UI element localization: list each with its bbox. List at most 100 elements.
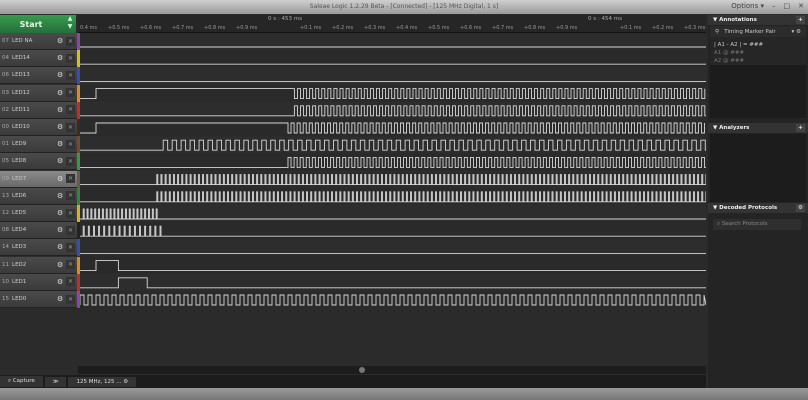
annotations-body: ⚲ Timing Marker Pair ▾ ⚙ | A1 - A2 | = ##… [710, 26, 806, 118]
close-icon[interactable]: ✕ [66, 174, 75, 184]
channel-number: 12 [2, 210, 9, 216]
close-icon[interactable]: ✕ [66, 225, 75, 235]
options-menu[interactable]: Options ▾ [731, 2, 764, 10]
channel-name[interactable]: LED3 [12, 244, 57, 250]
waveform-area[interactable] [80, 33, 706, 308]
channel-name[interactable]: LED4 [12, 227, 57, 233]
channel-name[interactable]: LED14 [12, 55, 57, 61]
channel-row[interactable]: 01 LED9 ⚙ ✕ [0, 136, 77, 154]
channel-number: 11 [2, 261, 9, 268]
channel-row[interactable]: 09 LED7 ⚙ ✕ [0, 170, 77, 188]
channel-row[interactable]: 13 LED6 ⚙ ✕ [0, 187, 77, 205]
close-icon[interactable]: ✕ [66, 260, 75, 270]
channel-name[interactable]: LED6 [12, 193, 57, 199]
close-icon[interactable]: ✕ [66, 53, 75, 63]
channel-row[interactable]: 15 LED0 ⚙ ✕ [0, 291, 77, 308]
decoded-protocols-header[interactable]: ▼ Decoded Protocols ⚙ [708, 203, 808, 213]
channel-name[interactable]: LED2 [12, 262, 57, 268]
close-icon[interactable]: ✕ [66, 122, 75, 132]
channel-row[interactable]: 04 LED14 ⚙ ✕ [0, 50, 77, 68]
channel-row[interactable]: 05 LED8 ⚙ ✕ [0, 153, 77, 171]
channel-row[interactable]: 14 LED3 ⚙ ✕ [0, 239, 77, 257]
more-tabs-button[interactable]: ≫ [44, 376, 67, 387]
channel-name[interactable]: LED8 [12, 158, 57, 164]
gear-icon[interactable]: ⚙ [57, 54, 66, 62]
channel-name[interactable]: LED9 [12, 141, 57, 147]
start-options-arrows-icon[interactable]: ▲ ▼ [64, 15, 76, 33]
session-tab[interactable]: 125 MHz, 125 ... ⚙ [68, 376, 137, 387]
close-icon[interactable]: ✕ [66, 139, 75, 149]
gear-icon[interactable]: ⚙ [57, 123, 66, 131]
gear-icon[interactable]: ⚙ [57, 175, 66, 183]
analyzers-header[interactable]: ▼ Analyzers + [708, 123, 808, 133]
gear-icon[interactable]: ⚙ [57, 140, 66, 148]
channel-name[interactable]: LED1 [12, 279, 57, 285]
ruler-tick: +0.6 ms [460, 25, 482, 31]
channel-number: 15 [2, 296, 9, 302]
channel-row[interactable]: 12 LED5 ⚙ ✕ [0, 205, 77, 222]
close-icon[interactable]: ✕ [66, 88, 75, 98]
channel-number: 02 [2, 106, 9, 113]
channel-row[interactable]: 08 LED4 ⚙ ✕ [0, 222, 77, 240]
channel-name[interactable]: LED0 [12, 296, 57, 302]
channel-name[interactable]: LED11 [12, 107, 57, 113]
close-icon[interactable]: ✕ [66, 156, 75, 166]
timing-marker-pair[interactable]: ⚲ Timing Marker Pair ▾ ⚙ [710, 26, 806, 37]
ruler-tick: +0.1 ms [620, 25, 642, 31]
title-bar: Saleae Logic 1.2.29 Beta - [Connected] -… [0, 0, 808, 14]
gear-icon[interactable]: ⚙ [57, 71, 66, 79]
marker-a2: A2 @ ### [714, 58, 745, 64]
close-icon[interactable]: ✕ [66, 277, 75, 287]
close-icon[interactable]: ✕ [66, 208, 75, 218]
close-icon[interactable]: ✕ [66, 294, 75, 304]
gear-icon[interactable]: ⚙ [57, 106, 66, 114]
gear-icon[interactable]: ⚙ [57, 89, 66, 97]
close-button[interactable]: ✕ [798, 2, 804, 10]
channel-name[interactable]: LED10 [12, 124, 57, 130]
gear-icon[interactable]: ⚙ [57, 261, 66, 269]
scroll-thumb[interactable] [359, 367, 365, 373]
gear-icon[interactable]: ⚙ [57, 226, 66, 234]
gear-icon[interactable]: ▾ ⚙ [792, 29, 801, 35]
horizontal-scrollbar[interactable] [78, 366, 706, 374]
time-ruler[interactable]: 0.4 ms +0.5 ms +0.6 ms +0.7 ms +0.8 ms +0.9 m… [78, 15, 706, 33]
gear-icon[interactable]: ⚙ [57, 192, 66, 200]
close-icon[interactable]: ✕ [66, 36, 75, 46]
add-analyzer-button[interactable]: + [796, 124, 805, 132]
channel-number: 10 [2, 278, 9, 285]
search-protocols-input[interactable]: ⌕ Search Protocols [713, 219, 801, 230]
gear-icon[interactable]: ⚙ [796, 204, 805, 212]
gear-icon[interactable]: ⚙ [57, 243, 66, 251]
ruler-tick: +0.1 ms [300, 25, 322, 31]
channel-row[interactable]: 02 LED11 ⚙ ✕ [0, 101, 77, 119]
close-icon[interactable]: ✕ [66, 242, 75, 252]
channel-name[interactable]: LED NA [12, 38, 57, 44]
gear-icon[interactable]: ⚙ [57, 278, 66, 286]
annotations-header[interactable]: ▼ Annotations + [708, 15, 808, 25]
right-panel: ▼ Annotations + ⚲ Timing Marker Pair ▾ ⚙ |… [708, 15, 808, 388]
gear-icon[interactable]: ⚙ [57, 37, 66, 45]
maximize-button[interactable]: □ [784, 2, 791, 10]
gear-icon[interactable]: ⚙ [57, 157, 66, 165]
capture-tab[interactable]: ⌕ Capture [0, 376, 43, 387]
channel-row[interactable]: 11 LED2 ⚙ ✕ [0, 256, 77, 274]
channel-name[interactable]: LED12 [12, 90, 57, 96]
channel-name[interactable]: LED13 [12, 72, 57, 78]
ruler-tick: +0.7 ms [492, 25, 514, 31]
minimize-button[interactable]: – [772, 2, 776, 10]
close-icon[interactable]: ✕ [66, 191, 75, 201]
channel-row[interactable]: 10 LED1 ⚙ ✕ [0, 273, 77, 291]
channel-row[interactable]: 00 LED10 ⚙ ✕ [0, 119, 77, 136]
close-icon[interactable]: ✕ [66, 70, 75, 80]
channel-name[interactable]: LED5 [12, 210, 57, 216]
search-icon: ⌕ [717, 221, 721, 227]
channel-row[interactable]: 03 LED12 ⚙ ✕ [0, 84, 77, 102]
channel-name[interactable]: LED7 [12, 176, 57, 182]
gear-icon[interactable]: ⚙ [57, 209, 66, 217]
channel-row[interactable]: 07 LED NA ⚙ ✕ [0, 33, 77, 50]
gear-icon[interactable]: ⚙ [57, 295, 66, 303]
gear-icon[interactable]: ⚙ [123, 379, 128, 385]
channel-row[interactable]: 06 LED13 ⚙ ✕ [0, 67, 77, 85]
close-icon[interactable]: ✕ [66, 105, 75, 115]
add-annotation-button[interactable]: + [796, 16, 805, 24]
